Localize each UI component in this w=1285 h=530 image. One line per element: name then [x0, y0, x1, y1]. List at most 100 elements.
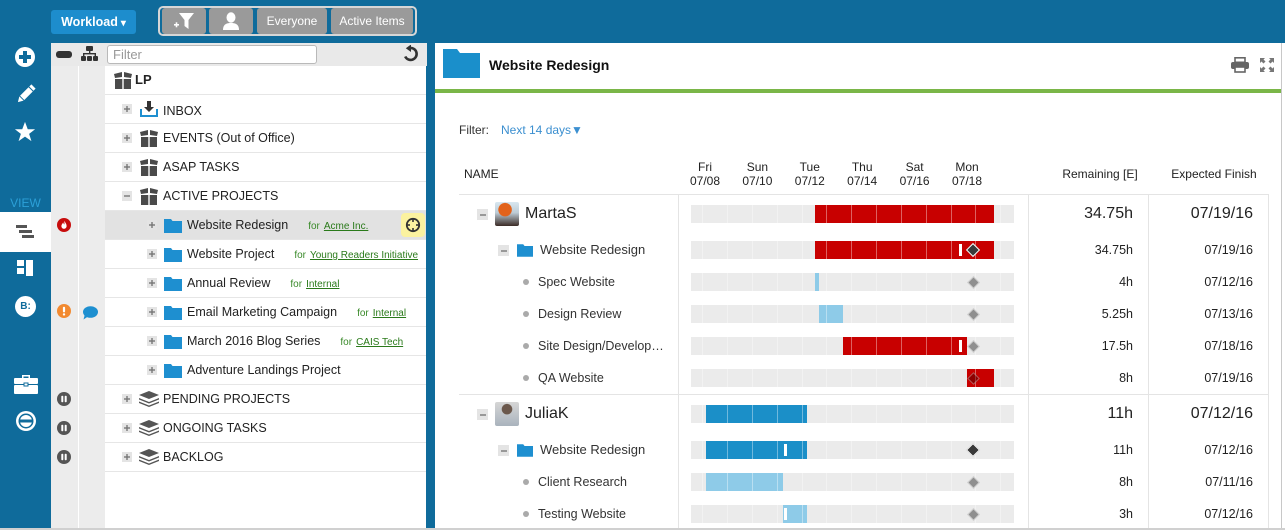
gantt-bar-light[interactable] — [818, 305, 843, 323]
task-name[interactable]: Testing Website — [538, 498, 626, 530]
fire-icon[interactable] — [57, 218, 71, 232]
project-name[interactable]: Website Redesign — [540, 434, 645, 466]
collapse-icon[interactable] — [498, 445, 509, 456]
fullscreen-icon[interactable] — [1260, 58, 1274, 72]
column-header-expected-finish[interactable]: Expected Finish — [1154, 167, 1274, 181]
client-link[interactable]: CAIS Tech — [356, 337, 403, 348]
tree-row-pending-projects[interactable]: PENDING PROJECTS — [105, 385, 426, 414]
workload-row-person[interactable]: MartaS 34.75h 07/19/16 — [459, 198, 1268, 230]
project-name[interactable]: Website Redesign — [540, 234, 645, 266]
tree-row-website-redesign[interactable]: Website Redesign for Acme Inc. — [105, 211, 426, 240]
client-link[interactable]: Internal — [306, 279, 339, 290]
workload-row-person[interactable]: JuliaK 11h 07/12/16 — [459, 398, 1268, 430]
expand-icon[interactable] — [147, 278, 157, 288]
tree-row-annual-review[interactable]: Annual Review for Internal — [105, 269, 426, 298]
tree-row-active-projects[interactable]: ACTIVE PROJECTS — [105, 182, 426, 211]
expand-icon[interactable] — [147, 249, 157, 259]
tree-row-ongoing-tasks[interactable]: ONGOING TASKS — [105, 414, 426, 443]
tree-row-backlog[interactable]: BACKLOG — [105, 443, 426, 472]
add-filter-button[interactable] — [162, 8, 206, 34]
expand-icon[interactable] — [147, 307, 157, 317]
workload-row-task[interactable]: Design Review 5.25h 07/13/16 — [459, 298, 1268, 330]
gantt-bar-blue[interactable] — [705, 441, 807, 459]
date-range-dropdown[interactable]: Next 14 days▼ — [501, 123, 583, 137]
expand-icon[interactable] — [122, 162, 132, 172]
gantt-bar-light[interactable] — [815, 273, 819, 291]
collapse-all-icon[interactable] — [56, 51, 72, 58]
column-header-name[interactable]: NAME — [464, 167, 499, 181]
tree-row-events[interactable]: EVENTS (Out of Office) — [105, 124, 426, 153]
view-switcher-button[interactable]: Workload ▾ — [51, 10, 136, 34]
collapse-icon[interactable] — [477, 409, 488, 420]
collapse-icon[interactable] — [498, 245, 509, 256]
comment-icon[interactable] — [82, 306, 98, 320]
pause-icon[interactable] — [57, 421, 71, 435]
tree-filter-input[interactable] — [107, 45, 317, 64]
task-name[interactable]: Design Review — [538, 298, 621, 330]
deadline-diamond-gray[interactable] — [966, 339, 980, 353]
everyone-button[interactable]: Everyone — [257, 8, 327, 34]
focus-target-button[interactable] — [401, 213, 425, 237]
task-name[interactable]: Site Design/Develop… — [538, 330, 664, 362]
workload-row-task[interactable]: Client Research 8h 07/11/16 — [459, 466, 1268, 498]
client-link[interactable]: Internal — [373, 308, 406, 319]
tree-row-asap-tasks[interactable]: ASAP TASKS — [105, 153, 426, 182]
b-icon[interactable]: B: — [15, 296, 36, 317]
tree-row-march-2016-blog-series[interactable]: March 2016 Blog Series for CAIS Tech — [105, 327, 426, 356]
project-name[interactable]: March 2016 Blog Series — [187, 334, 320, 348]
project-name[interactable]: Adventure Landings Project — [187, 356, 341, 384]
workload-row-project[interactable]: Website Redesign 34.75h 07/19/16 — [459, 234, 1268, 266]
project-name[interactable]: Website Project — [187, 247, 274, 261]
client-link[interactable]: Acme Inc. — [324, 221, 368, 232]
gantt-bar-light[interactable] — [705, 473, 783, 491]
deadline-diamond-dark[interactable] — [965, 442, 981, 458]
refresh-icon[interactable] — [402, 45, 420, 63]
deadline-diamond-gray[interactable] — [966, 507, 980, 521]
task-name[interactable]: Spec Website — [538, 266, 615, 298]
expand-icon[interactable] — [147, 365, 157, 375]
workload-row-task[interactable]: Spec Website 4h 07/12/16 — [459, 266, 1268, 298]
minus-circle-icon[interactable] — [15, 410, 37, 432]
collapse-icon[interactable] — [477, 209, 488, 220]
briefcase-icon[interactable] — [14, 374, 38, 394]
star-icon[interactable] — [14, 121, 36, 143]
task-name[interactable]: QA Website — [538, 362, 604, 394]
board-icon[interactable] — [17, 260, 35, 276]
tree-root[interactable]: LP — [105, 66, 426, 95]
expand-icon[interactable] — [147, 336, 157, 346]
exclamation-icon[interactable] — [57, 304, 71, 318]
deadline-diamond-gray[interactable] — [966, 307, 980, 321]
client-link[interactable]: Young Readers Initiative — [310, 250, 418, 261]
project-name[interactable]: Website Redesign — [187, 218, 288, 232]
tree-row-inbox[interactable]: INBOX — [105, 95, 426, 124]
collapse-icon[interactable] — [122, 191, 132, 201]
workload-row-project[interactable]: Website Redesign 11h 07/12/16 — [459, 434, 1268, 466]
workload-row-task[interactable]: QA Website 8h 07/19/16 — [459, 362, 1268, 394]
expand-icon[interactable] — [122, 423, 132, 433]
tree-row-email-marketing-campaign[interactable]: Email Marketing Campaign for Internal — [105, 298, 426, 327]
gantt-bar-blue[interactable] — [705, 405, 807, 423]
project-name[interactable]: Annual Review — [187, 276, 270, 290]
plus-circle-icon[interactable] — [14, 46, 36, 68]
expand-icon[interactable] — [147, 220, 157, 230]
workload-row-task[interactable]: Site Design/Develop… 17.5h 07/18/16 — [459, 330, 1268, 362]
tree-row-website-project[interactable]: Website Project for Young Readers Initiati… — [105, 240, 426, 269]
deadline-diamond-gray[interactable] — [966, 475, 980, 489]
pause-icon[interactable] — [57, 450, 71, 464]
project-name[interactable]: Email Marketing Campaign — [187, 305, 337, 319]
expand-icon[interactable] — [122, 104, 132, 114]
expand-icon[interactable] — [122, 133, 132, 143]
print-icon[interactable] — [1231, 57, 1249, 73]
workload-row-task[interactable]: Testing Website 3h 07/12/16 — [459, 498, 1268, 530]
pencil-icon[interactable] — [14, 84, 36, 106]
active-items-button[interactable]: Active Items — [331, 8, 413, 34]
view-gantt-item[interactable] — [0, 212, 51, 252]
task-name[interactable]: Client Research — [538, 466, 627, 498]
tree-row-adventure-landings-project[interactable]: Adventure Landings Project — [105, 356, 426, 385]
column-header-remaining[interactable]: Remaining [E] — [1040, 167, 1160, 181]
expand-icon[interactable] — [122, 394, 132, 404]
expand-icon[interactable] — [122, 452, 132, 462]
deadline-diamond-gray[interactable] — [966, 275, 980, 289]
hierarchy-icon[interactable] — [81, 46, 98, 61]
user-filter-button[interactable] — [209, 8, 253, 34]
